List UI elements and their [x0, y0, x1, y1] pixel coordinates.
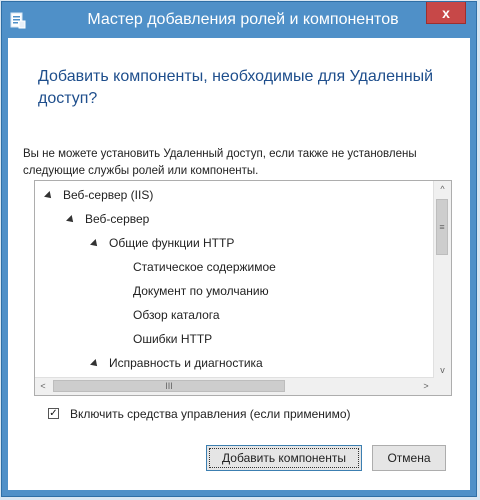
add-features-label: Добавить компоненты — [209, 448, 359, 468]
scroll-right-icon[interactable]: > — [418, 378, 434, 395]
wizard-window: Мастер добавления ролей и компонентов x … — [1, 1, 477, 497]
tree-item[interactable]: Документ по умолчанию — [133, 284, 269, 302]
horizontal-scroll-thumb[interactable]: III — [53, 380, 285, 392]
tree-item[interactable]: Обзор каталога — [133, 308, 220, 326]
dialog-heading: Добавить компоненты, необходимые для Уда… — [38, 68, 434, 107]
collapse-arrow-icon[interactable] — [90, 238, 100, 249]
dialog-description: Вы не можете установить Удаленный доступ… — [23, 148, 417, 177]
dialog-content: Добавить компоненты, необходимые для Уда… — [8, 38, 470, 490]
tree-item[interactable]: Общие функции HTTP — [90, 236, 235, 254]
checkmark-icon: ✓ — [49, 408, 58, 419]
scroll-grip-icon: III — [165, 381, 173, 391]
tree-item-label: Веб-сервер (IIS) — [63, 188, 154, 202]
scroll-up-icon[interactable]: ^ — [434, 181, 451, 197]
tree-item-label: Общие функции HTTP — [109, 236, 235, 250]
tree-item[interactable]: Веб-сервер — [66, 212, 150, 230]
cancel-button[interactable]: Отмена — [372, 445, 446, 471]
collapse-arrow-icon[interactable] — [66, 214, 76, 225]
add-features-button[interactable]: Добавить компоненты — [206, 445, 362, 471]
tree-item-label: Веб-сервер — [85, 212, 150, 226]
close-icon: x — [442, 5, 450, 21]
cancel-label: Отмена — [387, 451, 431, 465]
vertical-scrollbar[interactable]: ^ ≡ v — [433, 181, 451, 378]
scroll-left-icon[interactable]: < — [35, 378, 51, 395]
tree-item-label: Обзор каталога — [133, 308, 220, 322]
scroll-grip-icon: ≡ — [439, 222, 445, 232]
collapse-arrow-icon[interactable] — [90, 358, 100, 369]
tree-item-label: Статическое содержимое — [133, 260, 276, 274]
tree-item[interactable]: Ошибки HTTP — [133, 332, 212, 350]
tree-item[interactable]: Статическое содержимое — [133, 260, 276, 278]
title-bar[interactable]: Мастер добавления ролей и компонентов x — [2, 2, 476, 38]
window-title: Мастер добавления ролей и компонентов — [87, 11, 399, 28]
vertical-scroll-thumb[interactable]: ≡ — [436, 199, 448, 255]
tree-item-label: Документ по умолчанию — [133, 284, 269, 298]
tree-item-label: Исправность и диагностика — [109, 356, 263, 370]
feature-tree[interactable]: Веб-сервер (IIS) Веб-сервер Общие функци… — [34, 180, 452, 396]
horizontal-scrollbar[interactable]: < III > — [35, 377, 434, 395]
close-button[interactable]: x — [426, 2, 466, 24]
tree-item[interactable]: Веб-сервер (IIS) — [44, 188, 154, 206]
collapse-arrow-icon[interactable] — [44, 190, 54, 201]
include-tools-checkbox[interactable]: ✓ — [48, 408, 59, 419]
tree-item-label: Ошибки HTTP — [133, 332, 213, 346]
tree-item[interactable]: Исправность и диагностика — [90, 356, 263, 374]
include-tools-label[interactable]: Включить средства управления (если приме… — [70, 407, 351, 421]
scroll-corner — [434, 378, 451, 395]
scroll-down-icon[interactable]: v — [434, 362, 451, 378]
